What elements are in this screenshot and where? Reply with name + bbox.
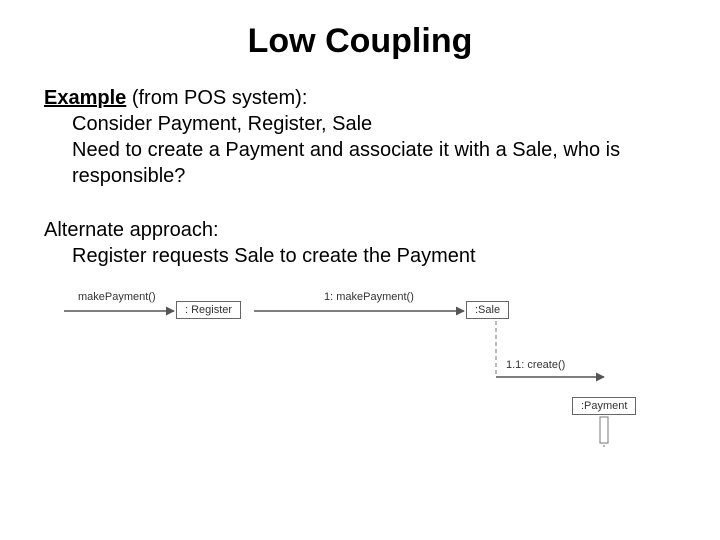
msg-1-make-payment: 1: makePayment(): [324, 291, 414, 303]
example-label: Example: [44, 87, 126, 109]
msg-11-create: 1.1: create(): [506, 359, 565, 371]
alternate-heading: Alternate approach:: [44, 217, 676, 243]
msg-make-payment: makePayment(): [78, 291, 156, 303]
example-suffix: (from POS system):: [126, 87, 307, 109]
example-line-1: Consider Payment, Register, Sale: [44, 111, 676, 137]
box-register: : Register: [176, 301, 241, 319]
box-sale: :Sale: [466, 301, 509, 319]
body-text: Example (from POS system): Consider Paym…: [0, 61, 720, 269]
box-payment: :Payment: [572, 397, 636, 415]
sequence-diagram: makePayment() 1: makePayment() 1.1: crea…: [44, 287, 676, 457]
example-line-2: Need to create a Payment and associate i…: [44, 137, 676, 189]
slide: Low Coupling Example (from POS system): …: [0, 0, 720, 540]
example-heading: Example (from POS system):: [44, 85, 676, 111]
spacer: [44, 189, 676, 217]
diagram-lines: [44, 287, 676, 457]
page-title: Low Coupling: [0, 0, 720, 61]
alternate-line: Register requests Sale to create the Pay…: [44, 243, 676, 269]
